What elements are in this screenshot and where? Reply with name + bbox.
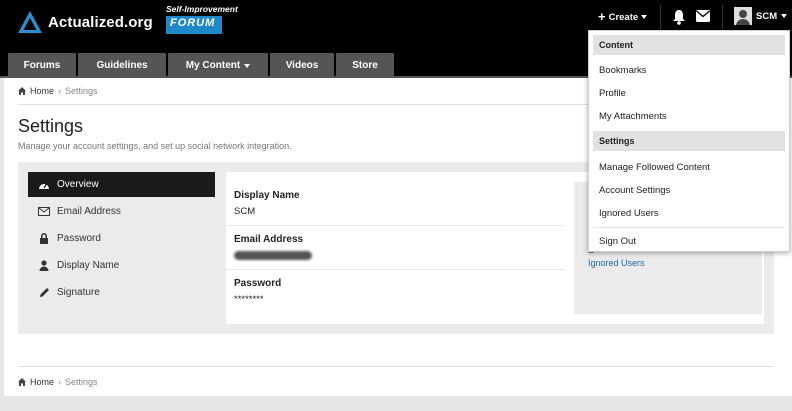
- chevron-down-icon: [641, 15, 648, 19]
- bell-icon[interactable]: [672, 9, 686, 25]
- sidebar-item-label: Display Name: [57, 260, 120, 271]
- redacted-email-value: [234, 251, 312, 260]
- password-field: Password ********: [234, 278, 564, 305]
- dashboard-icon: [38, 179, 50, 191]
- display-name-field: Display Name SCM: [234, 190, 564, 217]
- menu-item-profile[interactable]: Profile: [599, 88, 626, 99]
- menu-item-ignored-users[interactable]: Ignored Users: [599, 208, 659, 219]
- dropdown-heading-content: Content: [593, 35, 785, 55]
- email-field: Email Address: [234, 234, 564, 260]
- logo-triangle-icon: [18, 11, 42, 33]
- menu-item-sign-out[interactable]: Sign Out: [599, 236, 636, 247]
- sidebar-item-label: Email Address: [57, 206, 121, 217]
- breadcrumb-home[interactable]: Home: [30, 377, 54, 387]
- sidebar-item-label: Password: [57, 233, 101, 244]
- sidebar-item-password[interactable]: Password: [28, 226, 215, 251]
- create-button[interactable]: + Create: [598, 9, 648, 24]
- menu-item-manage-followed-content[interactable]: Manage Followed Content: [599, 162, 710, 173]
- user-icon: [38, 260, 50, 272]
- dropdown-heading-settings: Settings: [593, 131, 785, 151]
- menu-item-my-attachments[interactable]: My Attachments: [599, 111, 667, 122]
- tab-label: Store: [352, 60, 378, 71]
- page-description: Manage your account settings, and set up…: [18, 141, 292, 151]
- sidebar-item-signature[interactable]: Signature: [28, 280, 215, 305]
- logo-text: Actualized.org: [48, 13, 153, 31]
- pencil-icon: [38, 287, 50, 299]
- home-icon: [18, 87, 26, 95]
- site-logo[interactable]: Actualized.org: [18, 10, 153, 34]
- mail-icon[interactable]: [696, 10, 710, 22]
- avatar: [734, 7, 752, 25]
- divider: [660, 4, 661, 30]
- username: SCM: [756, 10, 778, 22]
- sidebar-item-label: Overview: [57, 179, 99, 190]
- sidebar-item-overview[interactable]: Overview: [28, 172, 215, 197]
- chevron-down-icon: [244, 63, 251, 68]
- create-label: Create: [608, 11, 639, 23]
- tab-forums[interactable]: Forums: [8, 53, 76, 78]
- page-title: Settings: [18, 116, 84, 136]
- tab-store[interactable]: Store: [336, 53, 394, 78]
- display-name-label: Display Name: [234, 190, 300, 201]
- password-value: ********: [234, 294, 264, 305]
- breadcrumb-current[interactable]: Settings: [65, 377, 98, 387]
- breadcrumb-home[interactable]: Home: [30, 86, 54, 96]
- breadcrumb-bottom: Home › Settings: [18, 377, 98, 387]
- forum-tagline: Self-Improvement: [166, 4, 238, 14]
- sidebar-item-email-address[interactable]: Email Address: [28, 199, 215, 224]
- divider: [226, 225, 564, 226]
- plus-icon: +: [598, 9, 606, 24]
- user-menu-button[interactable]: SCM: [730, 5, 791, 27]
- sidebar-item-display-name[interactable]: Display Name: [28, 253, 215, 278]
- display-name-value: SCM: [234, 206, 256, 217]
- forum-label: FORUM: [166, 16, 222, 34]
- tab-videos[interactable]: Videos: [270, 53, 334, 78]
- divider: [18, 366, 774, 367]
- chevron-down-icon: [781, 14, 788, 18]
- lock-icon: [38, 233, 50, 245]
- tab-label: Videos: [285, 60, 319, 71]
- sidebar-item-label: Signature: [57, 287, 100, 298]
- forum-badge[interactable]: Self-Improvement FORUM: [166, 4, 238, 34]
- tab-label: My Content: [185, 60, 241, 71]
- tab-label: Guidelines: [96, 60, 148, 71]
- breadcrumb-separator: ›: [58, 86, 62, 96]
- home-icon: [18, 378, 26, 386]
- breadcrumb-separator: ›: [58, 377, 62, 387]
- divider: [593, 227, 785, 228]
- divider: [226, 269, 564, 270]
- breadcrumb: Home › Settings: [18, 86, 98, 96]
- breadcrumb-current[interactable]: Settings: [65, 86, 98, 96]
- tab-guidelines[interactable]: Guidelines: [78, 53, 166, 78]
- email-label: Email Address: [234, 234, 304, 245]
- menu-item-account-settings[interactable]: Account Settings: [599, 185, 670, 196]
- envelope-icon: [38, 206, 50, 218]
- tab-label: Forums: [23, 60, 61, 71]
- divider: [722, 4, 723, 30]
- password-label: Password: [234, 278, 282, 289]
- quick-link-ignored-users[interactable]: Ignored Users: [588, 258, 645, 268]
- tab-my-content[interactable]: My Content: [168, 53, 268, 78]
- menu-item-bookmarks[interactable]: Bookmarks: [599, 65, 647, 76]
- user-dropdown-menu: Content Bookmarks Profile My Attachments…: [588, 30, 790, 252]
